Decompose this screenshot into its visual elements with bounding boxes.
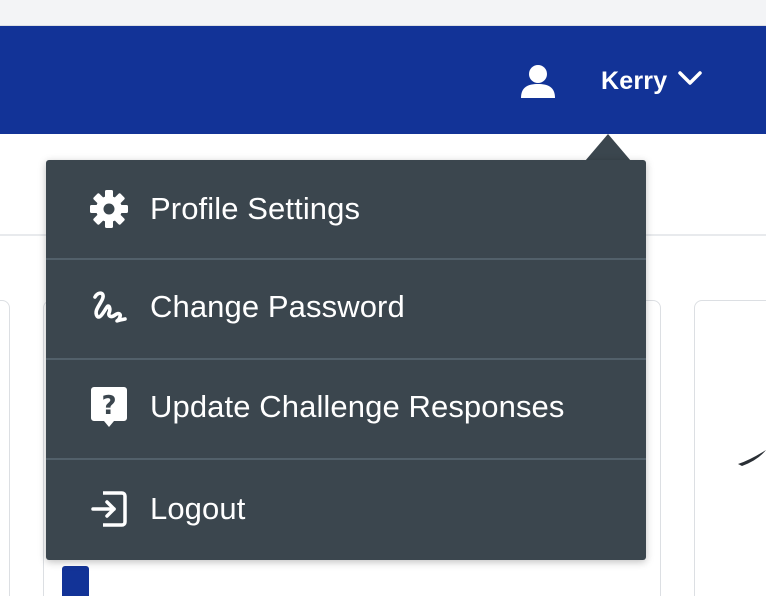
card-graphic xyxy=(738,450,766,466)
chevron-down-icon[interactable] xyxy=(676,68,704,88)
menu-item-change-password[interactable]: Change Password xyxy=(46,260,646,358)
svg-text:?: ? xyxy=(101,391,116,421)
user-menu-trigger[interactable]: Kerry xyxy=(510,56,720,106)
card-accent xyxy=(62,566,89,596)
user-dropdown-menu: Profile Settings Change Password ? Updat… xyxy=(46,160,646,560)
signature-icon xyxy=(88,286,130,328)
menu-item-label: Update Challenge Responses xyxy=(150,389,565,424)
browser-top-strip xyxy=(0,0,766,26)
menu-item-label: Logout xyxy=(150,491,246,526)
app-header: Kerry xyxy=(0,26,766,134)
gear-icon xyxy=(88,188,130,230)
content-card xyxy=(0,300,10,596)
user-icon xyxy=(521,65,555,98)
question-bubble-icon: ? xyxy=(88,386,130,428)
menu-item-profile-settings[interactable]: Profile Settings xyxy=(46,160,646,258)
menu-item-logout[interactable]: Logout xyxy=(46,460,646,560)
menu-item-label: Profile Settings xyxy=(150,191,361,226)
menu-item-label: Change Password xyxy=(150,289,405,324)
dropdown-caret xyxy=(585,134,631,161)
menu-item-update-challenge-responses[interactable]: ? Update Challenge Responses xyxy=(46,360,646,458)
user-name[interactable]: Kerry xyxy=(601,67,667,96)
logout-icon xyxy=(88,488,130,530)
